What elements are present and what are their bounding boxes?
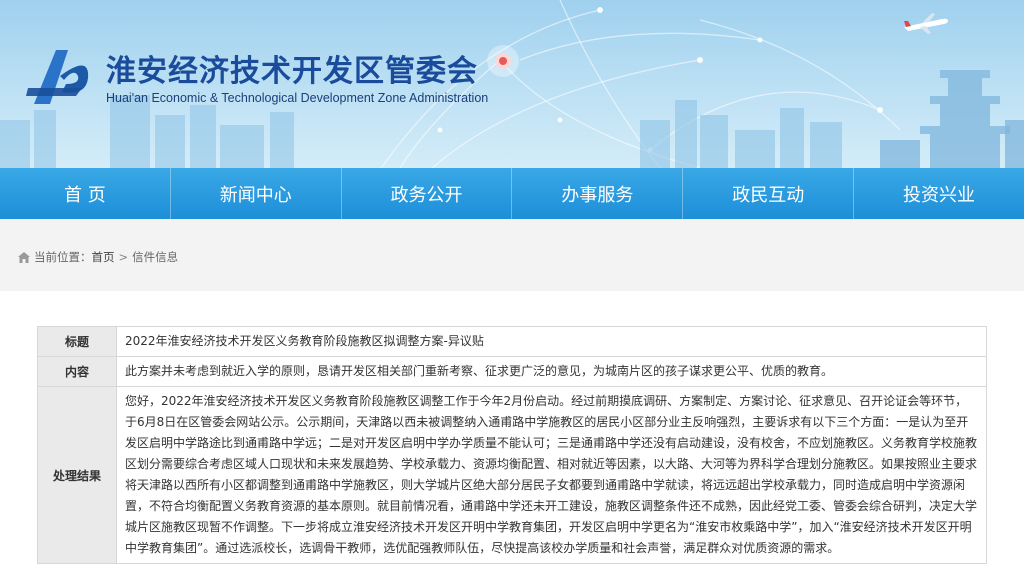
title-value: 2022年淮安经济技术开发区义务教育阶段施教区拟调整方案-异议贴	[116, 326, 987, 357]
breadcrumb-home-link[interactable]: 首页	[92, 249, 115, 265]
breadcrumb-current: 信件信息	[132, 250, 179, 264]
logo-icon	[26, 50, 89, 104]
plane-icon	[904, 13, 948, 34]
nav-news[interactable]: 新闻中心	[171, 168, 342, 219]
main-nav: 首 页 新闻中心 政务公开 办事服务 政民互动 投资兴业	[0, 168, 1024, 219]
header-banner: 淮安经济技术开发区管委会 Huai'an Economic & Technolo…	[0, 0, 1024, 168]
breadcrumb: 当前位置： 首页 > 信件信息	[18, 249, 178, 265]
table-row: 标题 2022年淮安经济技术开发区义务教育阶段施教区拟调整方案-异议贴	[37, 326, 987, 357]
nav-investment[interactable]: 投资兴业	[854, 168, 1024, 219]
result-value: 您好，2022年淮安经济技术开发区义务教育阶段施教区调整工作于今年2月份启动。经…	[116, 386, 987, 564]
page-body: 当前位置： 首页 > 信件信息 标题 2022年淮安经济技术开发区义务教育阶段施…	[0, 219, 1024, 587]
title-label: 标题	[37, 326, 117, 357]
content-value: 此方案并未考虑到就近入学的原则，恳请开发区相关部门重新考察、征求更广泛的意见，为…	[116, 356, 987, 387]
content-label: 内容	[37, 356, 117, 387]
breadcrumb-separator: >	[118, 250, 129, 264]
site-title: 淮安经济技术开发区管委会	[106, 54, 478, 89]
nav-government-affairs[interactable]: 政务公开	[342, 168, 513, 219]
letter-detail-table: 标题 2022年淮安经济技术开发区义务教育阶段施教区拟调整方案-异议贴 内容 此…	[37, 326, 987, 564]
table-row: 处理结果 您好，2022年淮安经济技术开发区义务教育阶段施教区调整工作于今年2月…	[37, 386, 987, 564]
table-row: 内容 此方案并未考虑到就近入学的原则，恳请开发区相关部门重新考察、征求更广泛的意…	[37, 356, 987, 387]
nav-home[interactable]: 首 页	[0, 168, 171, 219]
site-subtitle: Huai'an Economic & Technological Develop…	[106, 91, 489, 105]
home-icon	[18, 251, 30, 263]
breadcrumb-prefix: 当前位置：	[34, 250, 92, 264]
nav-interaction[interactable]: 政民互动	[683, 168, 855, 219]
result-label: 处理结果	[37, 386, 117, 564]
content-panel: 标题 2022年淮安经济技术开发区义务教育阶段施教区拟调整方案-异议贴 内容 此…	[0, 291, 1024, 587]
nav-services[interactable]: 办事服务	[512, 168, 684, 219]
